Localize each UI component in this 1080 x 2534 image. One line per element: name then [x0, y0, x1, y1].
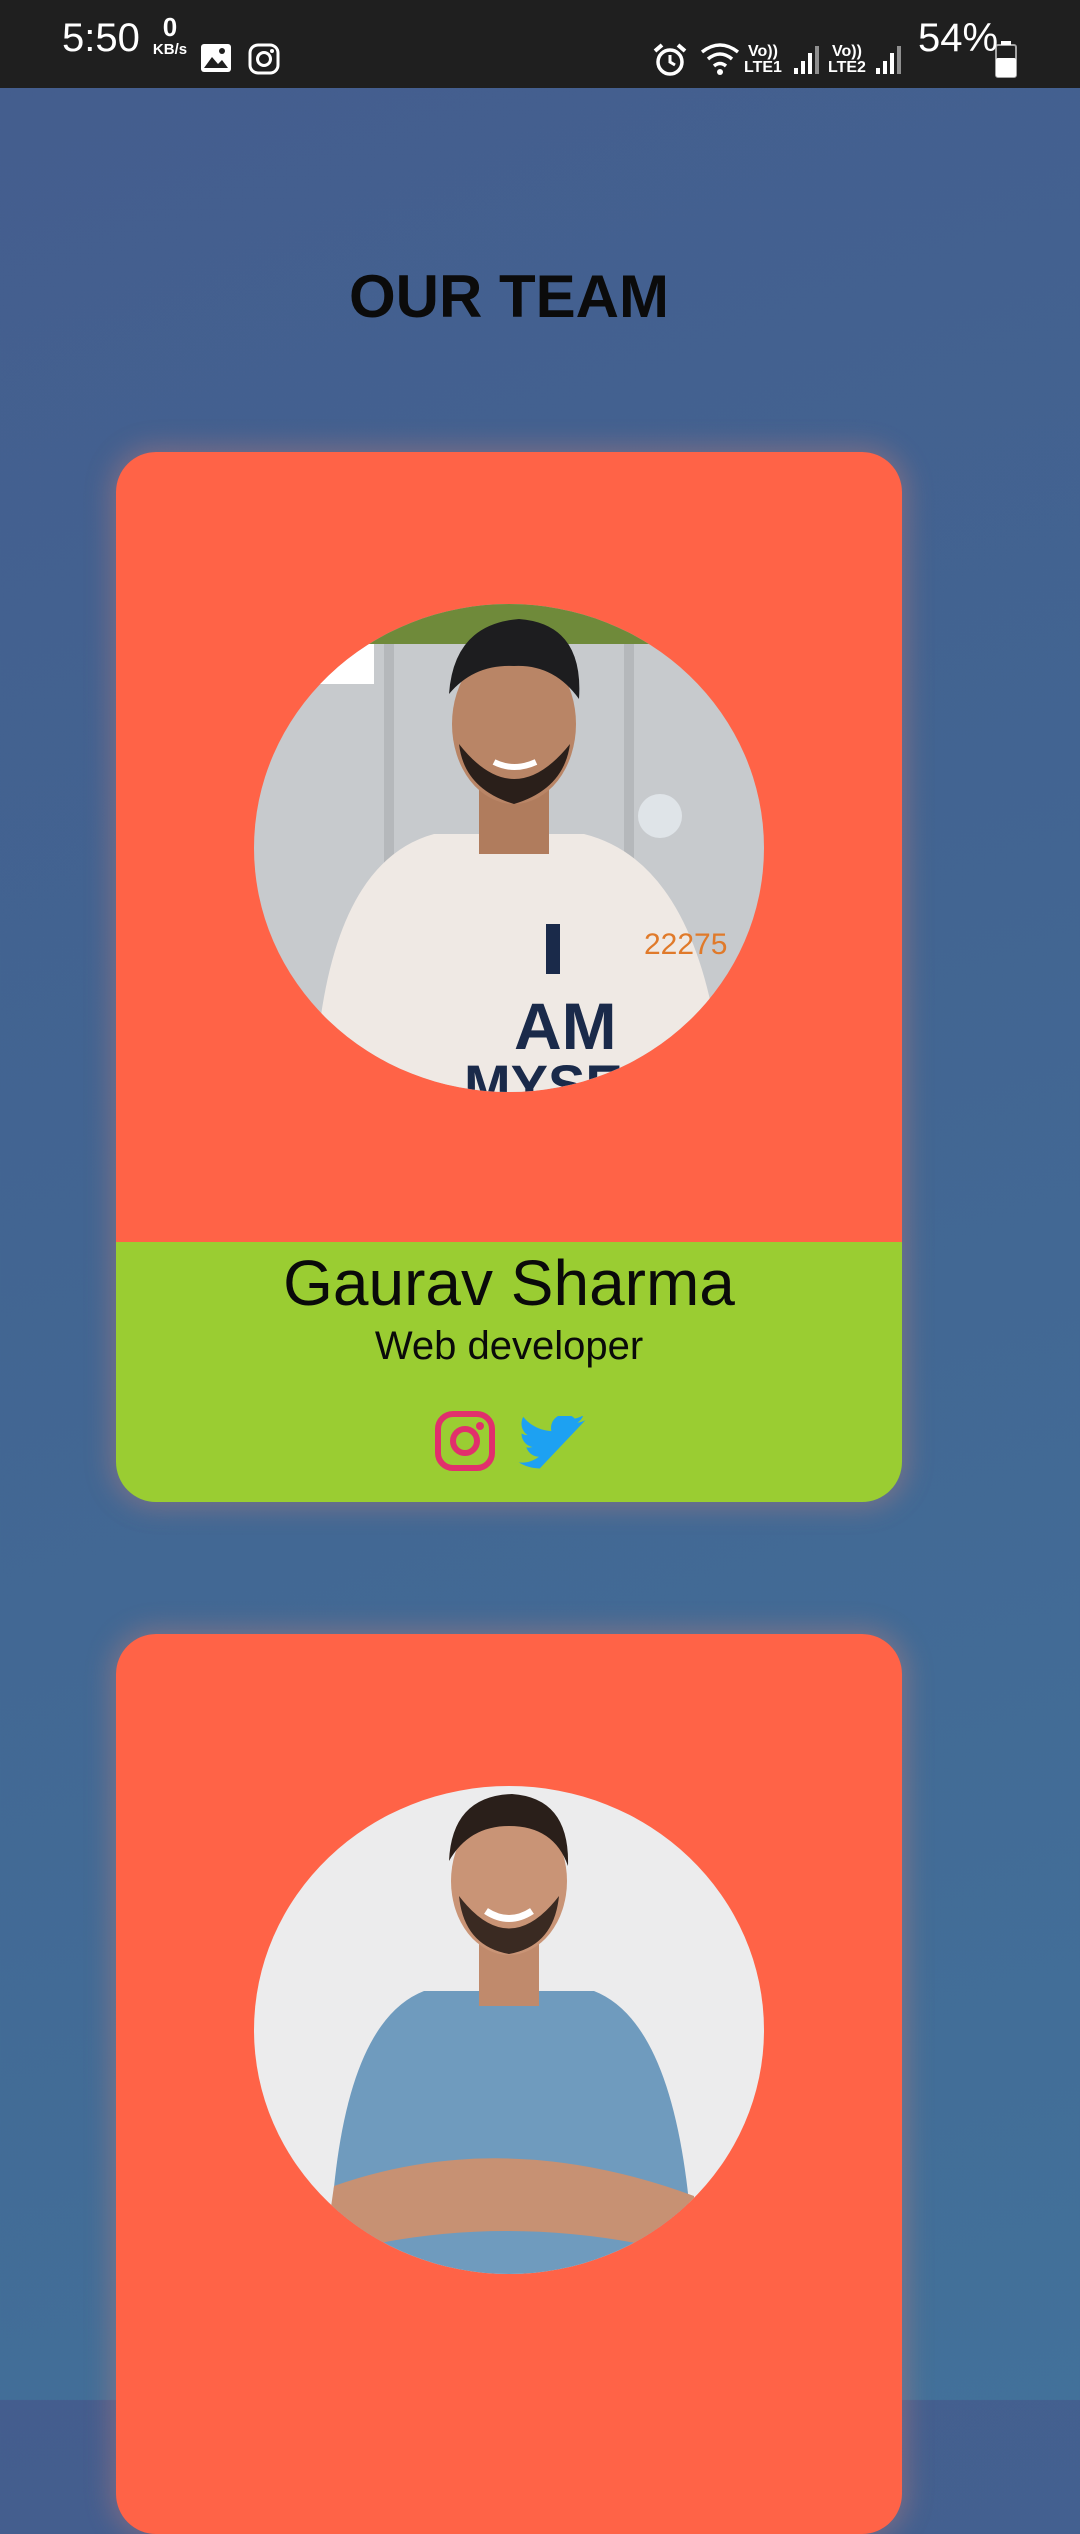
member-name: Gaurav Sharma	[283, 1247, 735, 1319]
sim1-indicator: Vo)) LTE1	[744, 44, 782, 76]
status-time: 5:50	[62, 16, 140, 60]
svg-text:MYSE: MYSE	[464, 1053, 623, 1092]
instagram-icon[interactable]	[434, 1410, 496, 1472]
card-photo-area: AM MYSE 22275	[116, 452, 902, 1242]
network-speed-unit: KB/s	[152, 41, 188, 58]
instagram-icon	[248, 43, 280, 75]
page-title: OUR TEAM	[349, 263, 669, 330]
card-photo-area-2	[116, 1634, 902, 2534]
member-photo: AM MYSE 22275	[254, 604, 764, 1092]
alarm-icon	[653, 43, 687, 76]
signal-icon	[794, 46, 819, 74]
signal-icon-2	[876, 46, 901, 74]
sim2-indicator: Vo)) LTE2	[828, 44, 866, 76]
battery-icon	[995, 41, 1017, 78]
member-photo-2	[254, 1786, 764, 2274]
network-speed-value: 0	[162, 12, 178, 42]
member-role: Web developer	[374, 1324, 644, 1368]
sim1-label: LTE1	[744, 59, 782, 76]
svg-text:22275: 22275	[644, 928, 727, 961]
volte-label-2: Vo))	[832, 43, 862, 60]
svg-text:AM: AM	[514, 989, 617, 1063]
team-member-card: AM MYSE 22275 Gaurav Sharma Web develope…	[116, 452, 902, 1502]
status-bar: 5:50 0 KB/s Vo)) LTE1 Vo)) LTE2 54%	[0, 0, 1080, 88]
wifi-icon	[700, 43, 740, 75]
card-info: Gaurav Sharma Web developer	[116, 1242, 902, 1502]
team-member-card-2	[116, 1634, 902, 2534]
volte-label: Vo))	[748, 43, 778, 60]
network-speed: 0 KB/s	[148, 14, 192, 57]
twitter-icon[interactable]	[518, 1416, 586, 1472]
sim2-label: LTE2	[828, 59, 866, 76]
gallery-icon	[201, 44, 231, 72]
battery-percent: 54%	[918, 16, 999, 60]
